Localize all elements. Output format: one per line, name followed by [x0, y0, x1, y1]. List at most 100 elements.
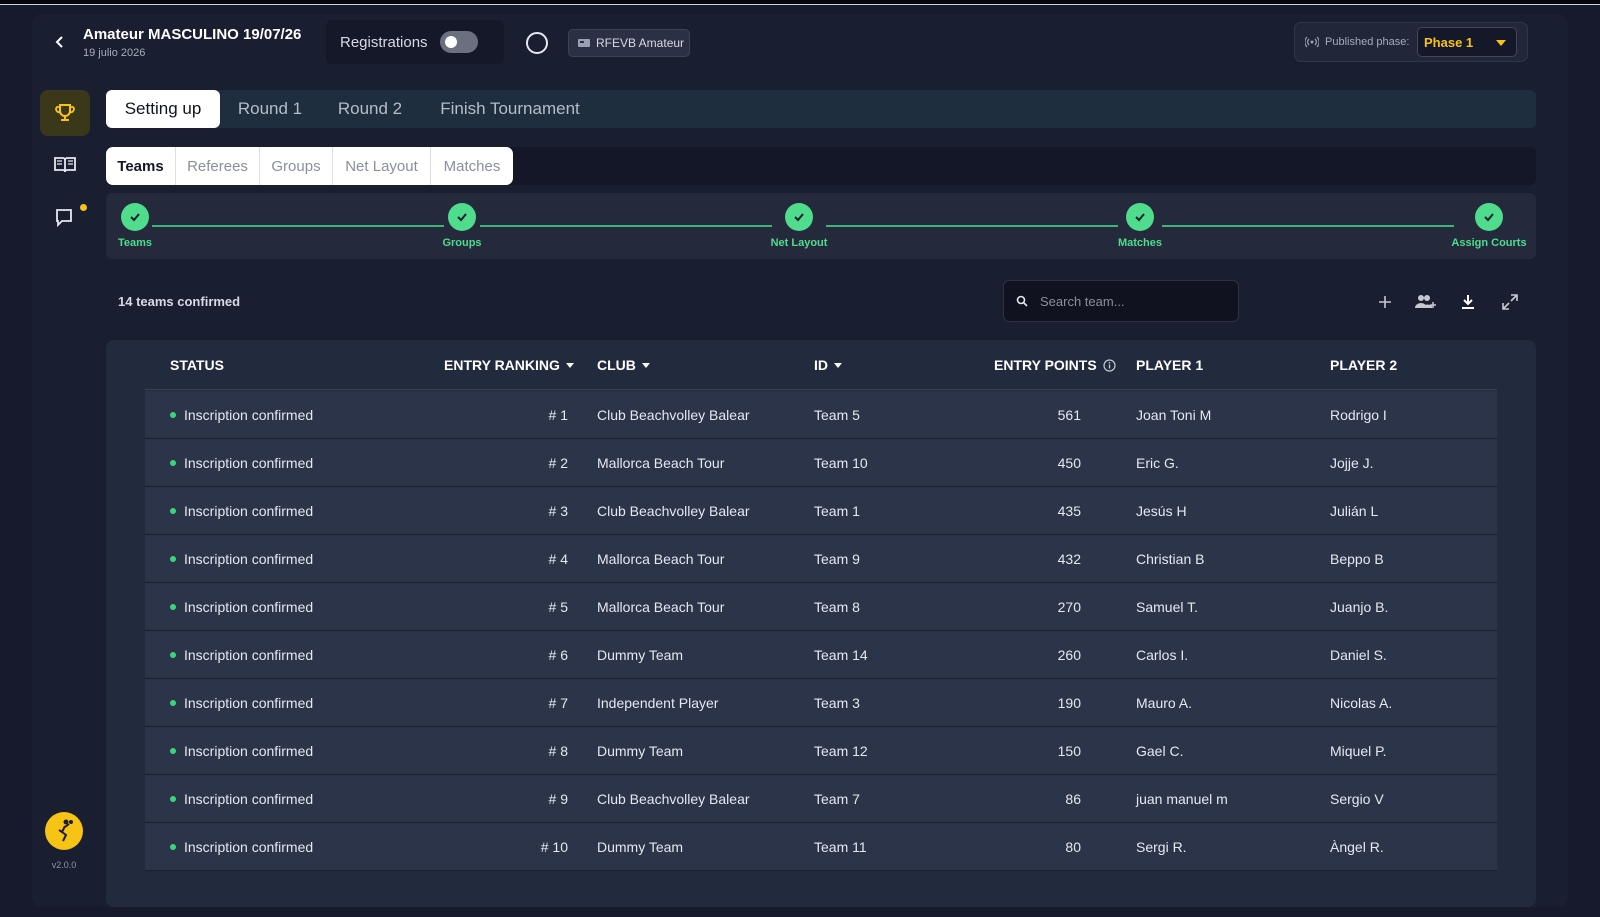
id-cell: Team 11: [814, 838, 867, 855]
table-row[interactable]: Inscription confirmed # 4 Mallorca Beach T…: [145, 535, 1497, 583]
add-team-button[interactable]: [1373, 290, 1397, 314]
subtab-net-layout[interactable]: Net Layout: [333, 147, 431, 185]
player-2-cell: Daniel S.: [1330, 646, 1387, 663]
player-1-cell: Carlos I.: [1136, 646, 1189, 663]
sort-caret-icon: [641, 362, 650, 368]
status-dot-icon: [170, 699, 176, 706]
sidebar-item-rules[interactable]: [40, 142, 90, 188]
player-2-cell: Miquel P.: [1330, 742, 1387, 759]
column-header-id[interactable]: ID: [814, 340, 842, 390]
entry-points-cell: 435: [1057, 502, 1081, 519]
column-header-club[interactable]: CLUB: [597, 340, 650, 390]
table-row[interactable]: Inscription confirmed # 6 Dummy Team Team 1…: [145, 631, 1497, 679]
step-label: Net Layout: [770, 237, 828, 249]
table-row[interactable]: Inscription confirmed # 3 Club Beachvolley…: [145, 487, 1497, 535]
app-logo: [45, 812, 83, 850]
status-dot-icon: [170, 603, 176, 610]
player-1-cell: Christian B: [1136, 550, 1205, 567]
club-cell: Mallorca Beach Tour: [597, 598, 725, 615]
player-1-cell: Joan Toni M: [1136, 406, 1212, 423]
subtabs: Teams Referees Groups Net Layout Matches: [106, 147, 513, 185]
plus-icon: [1379, 296, 1391, 308]
table-row[interactable]: Inscription confirmed # 7 Independent Play…: [145, 679, 1497, 727]
status-cell: Inscription confirmed: [170, 583, 313, 630]
step-connector: [152, 225, 444, 227]
step-assign-courts[interactable]: Assign Courts: [1439, 203, 1539, 249]
id-cell: Team 1: [814, 502, 860, 519]
add-users-icon: [1415, 295, 1436, 308]
table-row[interactable]: Inscription confirmed # 8 Dummy Team Team 1…: [145, 727, 1497, 775]
column-header-player-2: PLAYER 2: [1330, 357, 1398, 373]
status-dot-icon: [170, 555, 176, 562]
subtab-matches[interactable]: Matches: [431, 147, 513, 185]
step-label: Groups: [442, 237, 482, 249]
id-cell: Team 3: [814, 694, 860, 711]
player-2-cell: Àngel R.: [1330, 838, 1384, 855]
club-cell: Mallorca Beach Tour: [597, 550, 725, 567]
tab-finish-tournament[interactable]: Finish Tournament: [426, 90, 594, 128]
step-groups[interactable]: Groups: [412, 203, 512, 249]
table-row[interactable]: Inscription confirmed # 10 Dummy Team Team …: [145, 823, 1497, 871]
federation-badge[interactable]: RFEVB Amateur: [568, 29, 690, 57]
tab-round-2[interactable]: Round 2: [326, 90, 414, 128]
entry-points-cell: 190: [1057, 694, 1081, 711]
search-input[interactable]: [1040, 293, 1220, 309]
status-cell: Inscription confirmed: [170, 391, 313, 438]
player-1-cell: Samuel T.: [1136, 598, 1198, 615]
check-icon: [785, 203, 813, 231]
app-window: Amateur MASCULINO 19/07/26 19 julio 2026…: [32, 14, 1568, 907]
status-dot-icon: [170, 507, 176, 514]
step-label: Matches: [1117, 237, 1163, 249]
column-header-entry-ranking[interactable]: ENTRY RANKING: [444, 340, 574, 390]
tab-round-1[interactable]: Round 1: [226, 90, 314, 128]
registrations-control: Registrations: [326, 20, 504, 64]
check-icon: [1126, 203, 1154, 231]
player-2-cell: Julián L: [1330, 502, 1379, 519]
subtab-teams[interactable]: Teams: [106, 147, 176, 185]
back-button[interactable]: [48, 30, 72, 54]
info-icon[interactable]: [1103, 358, 1116, 372]
phase-select-value: Phase 1: [1424, 34, 1474, 50]
status-circle-button[interactable]: [526, 32, 548, 54]
entry-points-cell: 150: [1057, 742, 1081, 759]
step-matches[interactable]: Matches: [1090, 203, 1190, 249]
phase-select[interactable]: Phase 1: [1417, 27, 1517, 57]
flag-icon: [578, 39, 590, 47]
table-row[interactable]: Inscription confirmed # 1 Club Beachvolley…: [145, 391, 1497, 439]
entry-ranking-cell: # 5: [548, 598, 568, 615]
player-1-cell: Mauro A.: [1136, 694, 1193, 711]
sidebar-item-messages[interactable]: [40, 194, 90, 240]
step-net-layout[interactable]: Net Layout: [749, 203, 849, 249]
expand-button[interactable]: [1498, 290, 1522, 314]
entry-ranking-cell: # 6: [548, 646, 568, 663]
download-button[interactable]: [1456, 290, 1480, 314]
top-divider: [0, 0, 1600, 5]
registrations-toggle[interactable]: [439, 31, 478, 53]
sidebar-item-tournament[interactable]: [40, 90, 90, 136]
column-header-status: STATUS: [170, 357, 224, 373]
subtab-groups[interactable]: Groups: [260, 147, 333, 185]
status-cell: Inscription confirmed: [170, 631, 313, 678]
table-row[interactable]: Inscription confirmed # 5 Mallorca Beach T…: [145, 583, 1497, 631]
toggle-knob: [444, 36, 457, 48]
add-players-button[interactable]: [1414, 290, 1438, 314]
player-2-cell: Nicolas A.: [1330, 694, 1393, 711]
status-cell: Inscription confirmed: [170, 439, 313, 486]
teams-count: 14 teams confirmed: [118, 294, 241, 309]
volleyball-player-icon: [58, 819, 73, 842]
player-2-cell: Beppo B: [1330, 550, 1384, 567]
table-row[interactable]: Inscription confirmed # 2 Mallorca Beach T…: [145, 439, 1497, 487]
entry-ranking-cell: # 4: [548, 550, 568, 567]
page-title: Amateur MASCULINO 19/07/26: [83, 26, 302, 43]
club-cell: Club Beachvolley Balear: [597, 790, 750, 807]
step-teams[interactable]: Teams: [85, 203, 185, 249]
id-cell: Team 5: [814, 406, 860, 423]
table-row[interactable]: Inscription confirmed # 9 Club Beachvolley…: [145, 775, 1497, 823]
id-cell: Team 9: [814, 550, 860, 567]
entry-points-cell: 432: [1057, 550, 1081, 567]
sort-caret-icon: [834, 362, 842, 368]
subtab-referees[interactable]: Referees: [176, 147, 260, 185]
entry-points-cell: 561: [1057, 406, 1081, 423]
tab-setting-up[interactable]: Setting up: [106, 90, 220, 128]
sort-caret-icon: [565, 362, 574, 368]
